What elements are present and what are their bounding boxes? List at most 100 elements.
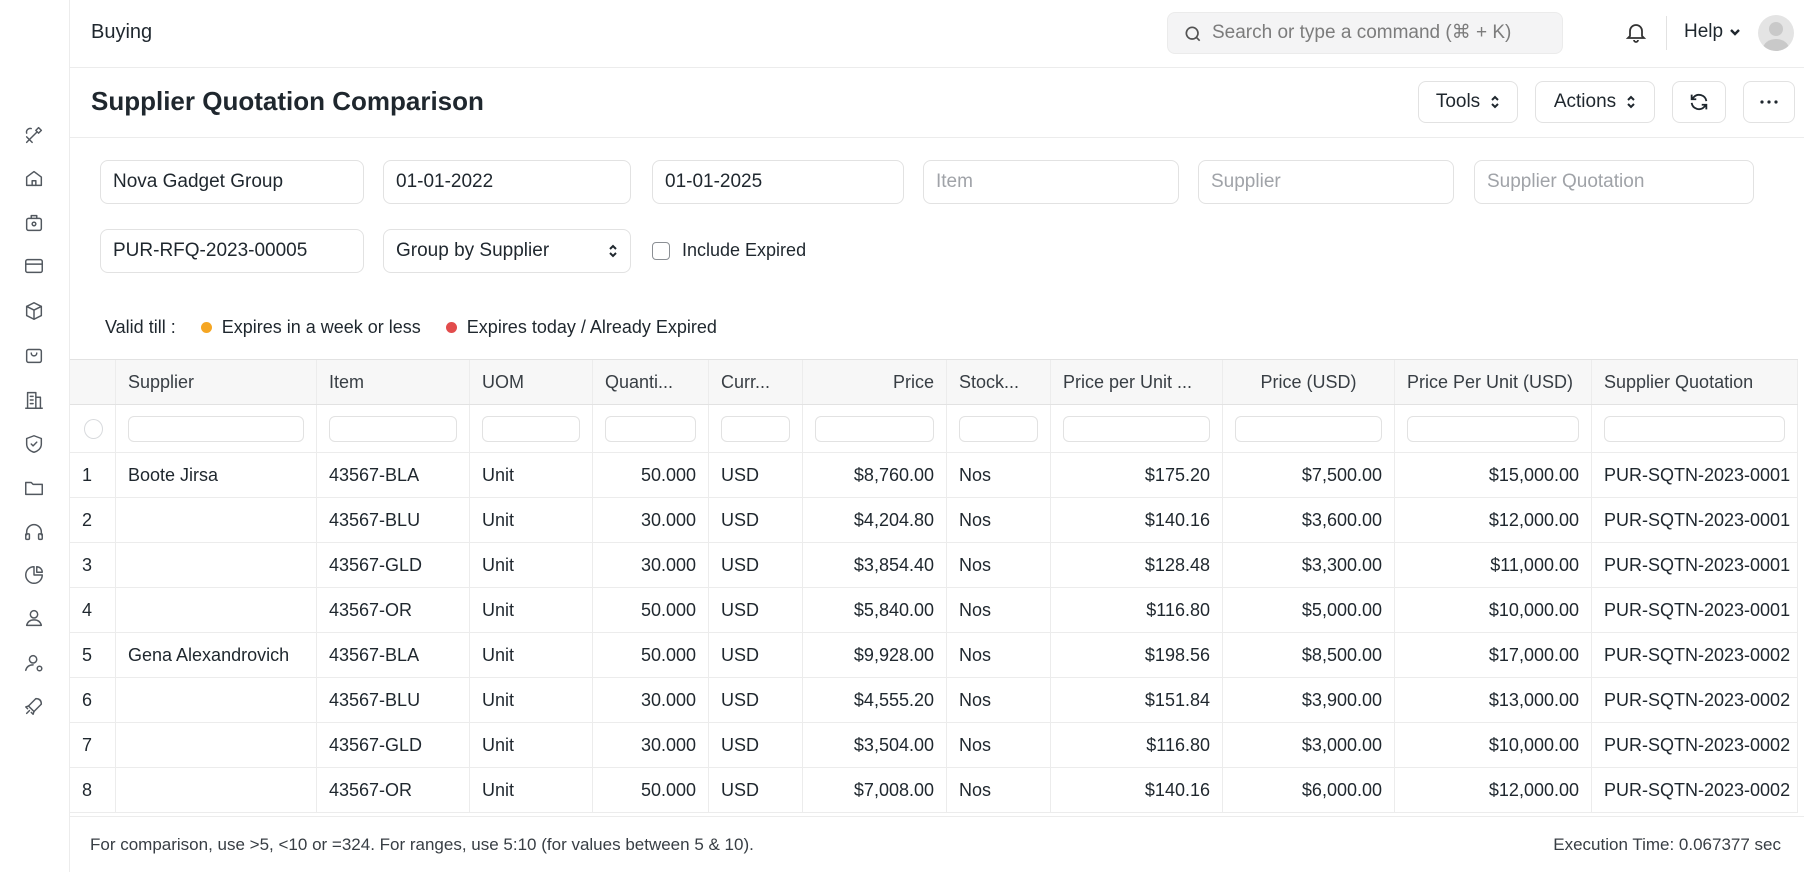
currency-cell[interactable]: USD [709,633,803,677]
column-filter-input[interactable] [1604,415,1785,442]
price-cell[interactable]: $5,840.00 [803,588,947,632]
column-header[interactable]: Price (USD) [1223,360,1395,404]
table-row[interactable]: 5 Gena Alexandrovich 43567-BLA Unit 50.0… [70,633,1798,678]
card-icon[interactable] [22,254,46,278]
column-header[interactable]: Price per Unit ... [1051,360,1223,404]
supplier-cell[interactable] [116,678,317,722]
currency-cell[interactable]: USD [709,588,803,632]
price-per-unit-cell[interactable]: $175.20 [1051,453,1223,497]
price-usd-cell[interactable]: $5,000.00 [1223,588,1395,632]
column-filter-input[interactable] [959,415,1038,442]
search-input[interactable] [1212,13,1552,53]
supplier-quotation-cell[interactable]: PUR-SQTN-2023-0002 [1592,633,1798,677]
briefcase-icon[interactable] [22,211,46,235]
currency-cell[interactable]: USD [709,543,803,587]
price-per-unit-usd-cell[interactable]: $10,000.00 [1395,588,1592,632]
supplier-cell[interactable] [116,588,317,632]
column-header[interactable]: Quanti... [593,360,709,404]
column-filter-input[interactable] [721,415,790,442]
notification-bell-icon[interactable] [1624,20,1648,44]
price-per-unit-usd-cell[interactable]: $13,000.00 [1395,678,1592,722]
breadcrumb[interactable]: Buying [91,21,152,44]
supplier-cell[interactable]: Boote Jirsa [116,453,317,497]
supplier-quotation-cell[interactable]: PUR-SQTN-2023-0002 [1592,723,1798,767]
tools-icon[interactable] [22,123,46,147]
price-per-unit-cell[interactable]: $140.16 [1051,768,1223,812]
item-cell[interactable]: 43567-BLA [317,453,470,497]
item-cell[interactable]: 43567-GLD [317,543,470,587]
price-cell[interactable]: $4,204.80 [803,498,947,542]
column-header[interactable]: Supplier [116,360,317,404]
price-usd-cell[interactable]: $6,000.00 [1223,768,1395,812]
refresh-button[interactable] [1672,81,1726,123]
user-settings-icon[interactable] [22,651,46,675]
table-row[interactable]: 4 43567-OR Unit 50.000 USD $5,840.00 Nos… [70,588,1798,633]
price-per-unit-usd-cell[interactable]: $15,000.00 [1395,453,1592,497]
uom-cell[interactable]: Unit [470,588,593,632]
quantity-cell[interactable]: 50.000 [593,588,709,632]
price-cell[interactable]: $9,928.00 [803,633,947,677]
column-header[interactable]: Supplier Quotation [1592,360,1798,404]
quantity-cell[interactable]: 30.000 [593,723,709,767]
price-usd-cell[interactable]: $3,000.00 [1223,723,1395,767]
bag-icon[interactable] [22,343,46,367]
column-header[interactable]: UOM [470,360,593,404]
supplier-field[interactable] [1198,160,1454,204]
column-header[interactable]: Price Per Unit (USD) [1395,360,1592,404]
supplier-quotation-cell[interactable]: PUR-SQTN-2023-0002 [1592,768,1798,812]
building-icon[interactable] [22,388,46,412]
price-cell[interactable]: $3,504.00 [803,723,947,767]
include-expired-checkbox[interactable]: Include Expired [652,240,806,261]
from-date-field[interactable] [383,160,631,204]
quantity-cell[interactable]: 50.000 [593,768,709,812]
supplier-cell[interactable] [116,768,317,812]
price-usd-cell[interactable]: $3,900.00 [1223,678,1395,722]
table-row[interactable]: 3 43567-GLD Unit 30.000 USD $3,854.40 No… [70,543,1798,588]
supplier-quotation-cell[interactable]: PUR-SQTN-2023-0001 [1592,453,1798,497]
price-per-unit-cell[interactable]: $116.80 [1051,723,1223,767]
rfq-field[interactable] [100,229,364,273]
package-icon[interactable] [22,299,46,323]
column-filter-input[interactable] [128,415,304,442]
price-per-unit-cell[interactable]: $140.16 [1051,498,1223,542]
stock-uom-cell[interactable]: Nos [947,768,1051,812]
column-header[interactable]: Curr... [709,360,803,404]
chart-pie-icon[interactable] [22,563,46,587]
uom-cell[interactable]: Unit [470,633,593,677]
column-filter-input[interactable] [482,415,580,442]
supplier-cell[interactable] [116,543,317,587]
shield-check-icon[interactable] [22,432,46,456]
quantity-cell[interactable]: 50.000 [593,633,709,677]
column-header[interactable]: Item [317,360,470,404]
company-field[interactable] [100,160,364,204]
price-usd-cell[interactable]: $7,500.00 [1223,453,1395,497]
item-cell[interactable]: 43567-BLU [317,678,470,722]
stock-uom-cell[interactable]: Nos [947,498,1051,542]
uom-cell[interactable]: Unit [470,723,593,767]
rocket-icon[interactable] [22,694,46,718]
price-per-unit-usd-cell[interactable]: $11,000.00 [1395,543,1592,587]
item-cell[interactable]: 43567-BLU [317,498,470,542]
uom-cell[interactable]: Unit [470,678,593,722]
item-cell[interactable]: 43567-OR [317,588,470,632]
stock-uom-cell[interactable]: Nos [947,588,1051,632]
select-all-radio[interactable] [84,418,103,439]
supplier-cell[interactable] [116,498,317,542]
price-per-unit-usd-cell[interactable]: $12,000.00 [1395,768,1592,812]
currency-cell[interactable]: USD [709,768,803,812]
price-per-unit-cell[interactable]: $116.80 [1051,588,1223,632]
table-row[interactable]: 8 43567-OR Unit 50.000 USD $7,008.00 Nos… [70,768,1798,813]
price-cell[interactable]: $7,008.00 [803,768,947,812]
price-per-unit-usd-cell[interactable]: $10,000.00 [1395,723,1592,767]
price-usd-cell[interactable]: $8,500.00 [1223,633,1395,677]
search-bar[interactable] [1167,12,1563,54]
tools-button[interactable]: Tools [1418,81,1518,123]
column-filter-input[interactable] [1235,415,1382,442]
price-cell[interactable]: $3,854.40 [803,543,947,587]
currency-cell[interactable]: USD [709,723,803,767]
supplier-quotation-cell[interactable]: PUR-SQTN-2023-0001 [1592,543,1798,587]
user-icon[interactable] [22,606,46,630]
stock-uom-cell[interactable]: Nos [947,678,1051,722]
supplier-quotation-cell[interactable]: PUR-SQTN-2023-0002 [1592,678,1798,722]
quantity-cell[interactable]: 30.000 [593,498,709,542]
